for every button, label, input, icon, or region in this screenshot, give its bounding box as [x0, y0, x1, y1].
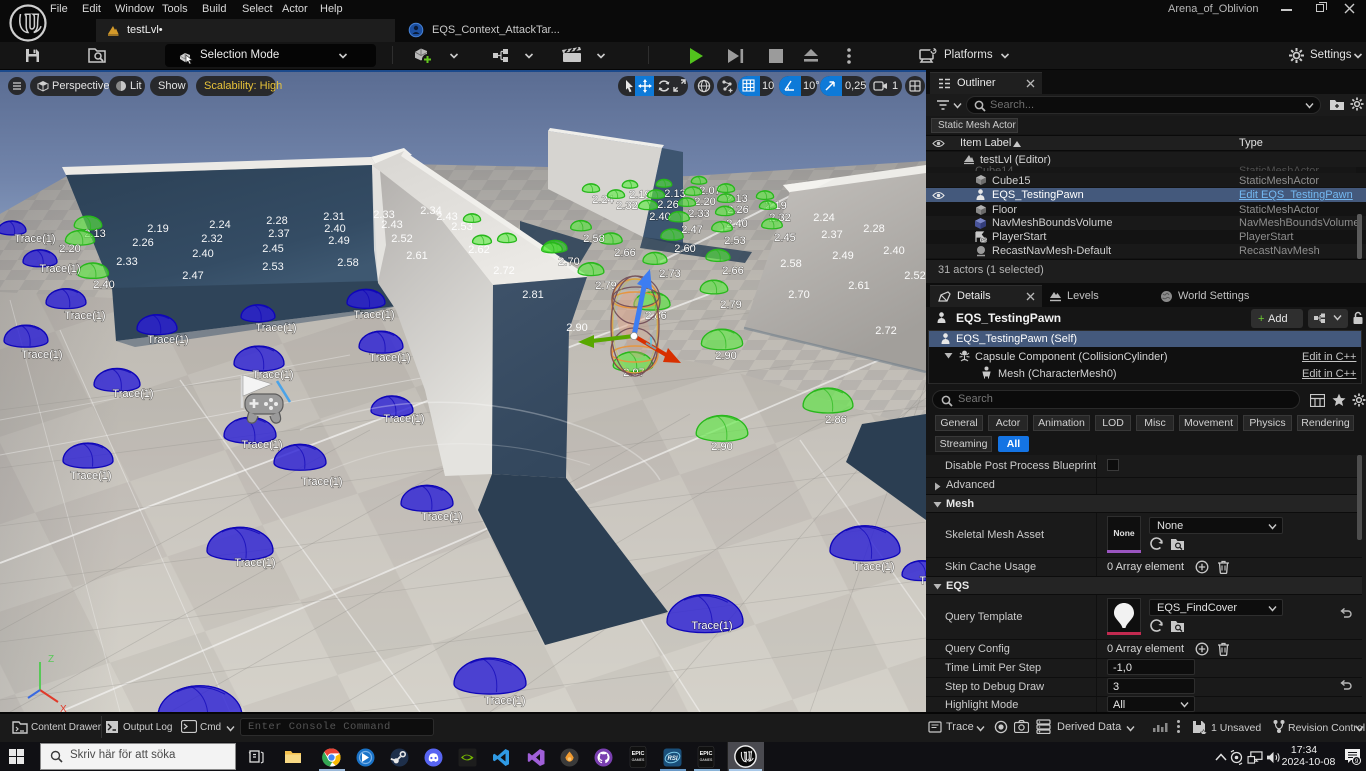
svg-text:Trace(1): Trace(1): [70, 470, 111, 482]
svg-text:Trace(1): Trace(1): [112, 388, 153, 400]
svg-text:2.43: 2.43: [381, 219, 402, 231]
svg-text:2.52: 2.52: [391, 233, 412, 245]
svg-text:2.61: 2.61: [406, 250, 427, 262]
svg-text:Trace(1): Trace(1): [21, 349, 62, 361]
svg-text:Trace(1): Trace(1): [383, 413, 424, 425]
svg-text:GAMES: GAMES: [700, 758, 713, 762]
svg-text:2.52: 2.52: [904, 270, 925, 282]
svg-text:2.61: 2.61: [848, 280, 869, 292]
svg-text:2.24: 2.24: [209, 219, 230, 231]
svg-text:2.47: 2.47: [681, 224, 702, 236]
svg-text:2.60: 2.60: [674, 243, 695, 255]
svg-text:2.90: 2.90: [715, 350, 736, 362]
svg-text:RSI: RSI: [667, 756, 677, 762]
svg-text:Trace(1): Trace(1): [252, 369, 293, 381]
svg-text:2.66: 2.66: [614, 247, 635, 259]
svg-text:2.32: 2.32: [616, 200, 637, 212]
svg-text:2.49: 2.49: [832, 250, 853, 262]
svg-text:Trace(1): Trace(1): [484, 695, 525, 707]
svg-text:Trace(1): Trace(1): [64, 310, 105, 322]
svg-text:2.90: 2.90: [566, 322, 587, 334]
svg-text:2.28: 2.28: [266, 215, 287, 227]
svg-text:Trace(1): Trace(1): [39, 263, 80, 275]
svg-text:Trace(1): Trace(1): [255, 322, 296, 334]
svg-text:Trace(1): Trace(1): [234, 557, 275, 569]
svg-text:2.73: 2.73: [659, 268, 680, 280]
svg-text:Trace(1): Trace(1): [853, 561, 894, 573]
svg-text:Trace(1): Trace(1): [353, 309, 394, 321]
svg-text:Trace(1): Trace(1): [241, 439, 282, 451]
svg-text:2.40: 2.40: [93, 279, 114, 291]
svg-text:2.66: 2.66: [722, 265, 743, 277]
svg-text:Trace(1): Trace(1): [369, 352, 410, 364]
svg-text:X: X: [60, 704, 67, 712]
svg-text:GAMES: GAMES: [632, 758, 645, 762]
svg-text:2.28: 2.28: [863, 223, 884, 235]
svg-text:2.20: 2.20: [694, 196, 715, 208]
svg-text:2.70: 2.70: [558, 256, 579, 268]
svg-text:2.58: 2.58: [337, 257, 358, 269]
svg-text:2.58: 2.58: [583, 233, 604, 245]
svg-text:Trace(1): Trace(1): [301, 476, 342, 488]
svg-text:2.62: 2.62: [468, 244, 489, 256]
svg-text:Trace(1): Trace(1): [14, 233, 55, 245]
svg-text:2.81: 2.81: [522, 289, 543, 301]
svg-text:2.26: 2.26: [657, 199, 678, 211]
svg-text:2.45: 2.45: [262, 243, 283, 255]
svg-text:Trace(1): Trace(1): [147, 334, 188, 346]
svg-text:2.37: 2.37: [821, 229, 842, 241]
svg-text:2.90: 2.90: [711, 441, 732, 453]
svg-text:2.40: 2.40: [649, 211, 670, 223]
svg-text:2.58: 2.58: [780, 258, 801, 270]
svg-text:2.86: 2.86: [825, 414, 846, 426]
svg-text:2.24: 2.24: [813, 212, 834, 224]
svg-text:Z: Z: [48, 654, 54, 665]
svg-text:Trace(1): Trace(1): [421, 511, 462, 523]
svg-text:Trace(1): Trace(1): [691, 620, 732, 632]
svg-text:2.47: 2.47: [182, 270, 203, 282]
svg-text:2.72: 2.72: [875, 325, 896, 337]
svg-text:2.40: 2.40: [192, 248, 213, 260]
svg-text:2.53: 2.53: [262, 261, 283, 273]
svg-text:2.72: 2.72: [493, 265, 514, 277]
svg-text:2.40: 2.40: [324, 223, 345, 235]
svg-text:2.79: 2.79: [720, 299, 741, 311]
svg-text:2.70: 2.70: [788, 289, 809, 301]
svg-text:PS: PS: [981, 238, 987, 243]
svg-text:2.19: 2.19: [147, 223, 168, 235]
svg-text:EPIC: EPIC: [632, 751, 645, 757]
svg-text:9: 9: [1355, 758, 1359, 765]
svg-text:2.26: 2.26: [132, 237, 153, 249]
svg-text:2.33: 2.33: [116, 256, 137, 268]
svg-text:2.45: 2.45: [774, 232, 795, 244]
svg-text:2.32: 2.32: [201, 233, 222, 245]
svg-text:2.53: 2.53: [724, 235, 745, 247]
svg-text:2.31: 2.31: [323, 211, 344, 223]
svg-text:EPIC: EPIC: [700, 751, 713, 757]
svg-text:2.33: 2.33: [688, 208, 709, 220]
svg-text:2.40: 2.40: [883, 245, 904, 257]
svg-text:2.49: 2.49: [328, 235, 349, 247]
svg-text:2.37: 2.37: [268, 228, 289, 240]
svg-text:Trace(1): Trace(1): [919, 575, 926, 587]
svg-text:2.20: 2.20: [59, 243, 80, 255]
